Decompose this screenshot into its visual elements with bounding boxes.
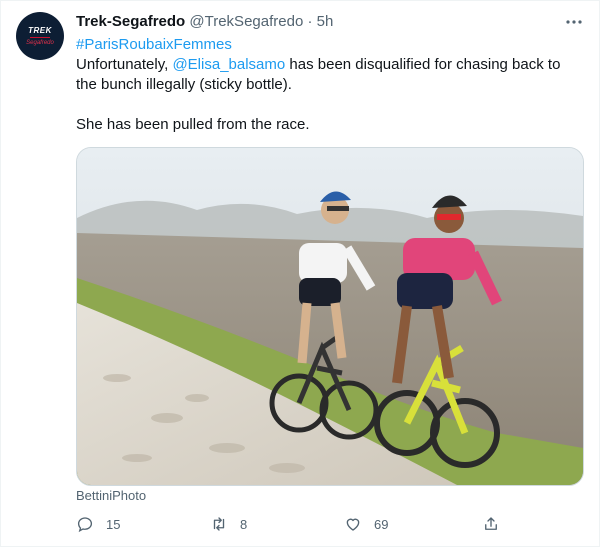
- hashtag-link[interactable]: #ParisRoubaixFemmes: [76, 35, 576, 55]
- media-credit[interactable]: BettiniPhoto: [76, 488, 146, 503]
- retweet-count: 8: [240, 516, 248, 532]
- mention-link[interactable]: @Elisa_balsamo: [172, 56, 285, 73]
- retweet-icon: [213, 517, 225, 531]
- share-button[interactable]: [482, 512, 500, 536]
- more-horizontal-icon: [566, 20, 582, 24]
- tweet-header: Trek-Segafredo @TrekSegafredo · 5h: [76, 12, 333, 32]
- tweet-text-line: Unfortunately, @Elisa_balsamo has been d…: [76, 55, 576, 75]
- reply-count: 15: [106, 516, 121, 532]
- more-options-button[interactable]: [562, 12, 586, 32]
- heart-icon: [346, 518, 360, 531]
- tweet-text-line: the bunch illegally (sticky bottle).: [76, 76, 292, 93]
- tweet-photo[interactable]: [76, 147, 584, 486]
- like-button[interactable]: 69: [344, 512, 388, 536]
- reply-button[interactable]: 15: [76, 512, 120, 536]
- tweet-text-segment: has been disqualified for chasing back t…: [285, 56, 561, 73]
- tweet-text-line: She has been pulled from the race.: [76, 116, 310, 133]
- share-icon: [485, 517, 497, 530]
- like-count: 69: [374, 516, 389, 532]
- reply-icon: [77, 517, 93, 533]
- cyclists-photo: [77, 148, 583, 485]
- tweet-time[interactable]: 5h: [317, 13, 334, 30]
- avatar-logo-bar: [30, 37, 50, 38]
- tweet-text: #ParisRoubaixFemmes Unfortunately, @Elis…: [76, 35, 576, 135]
- avatar-logo-text: TREK: [28, 26, 52, 35]
- tweet-actions: 15 8 69: [76, 512, 506, 536]
- author-name[interactable]: Trek-Segafredo: [76, 13, 185, 30]
- separator-dot: ·: [307, 13, 313, 30]
- avatar-logo-subtext: Segafredo: [26, 40, 54, 46]
- author-handle[interactable]: @TrekSegafredo: [189, 13, 303, 30]
- retweet-button[interactable]: 8: [210, 512, 247, 536]
- author-avatar[interactable]: TREK Segafredo: [16, 12, 64, 60]
- tweet-text-segment: Unfortunately,: [76, 56, 173, 73]
